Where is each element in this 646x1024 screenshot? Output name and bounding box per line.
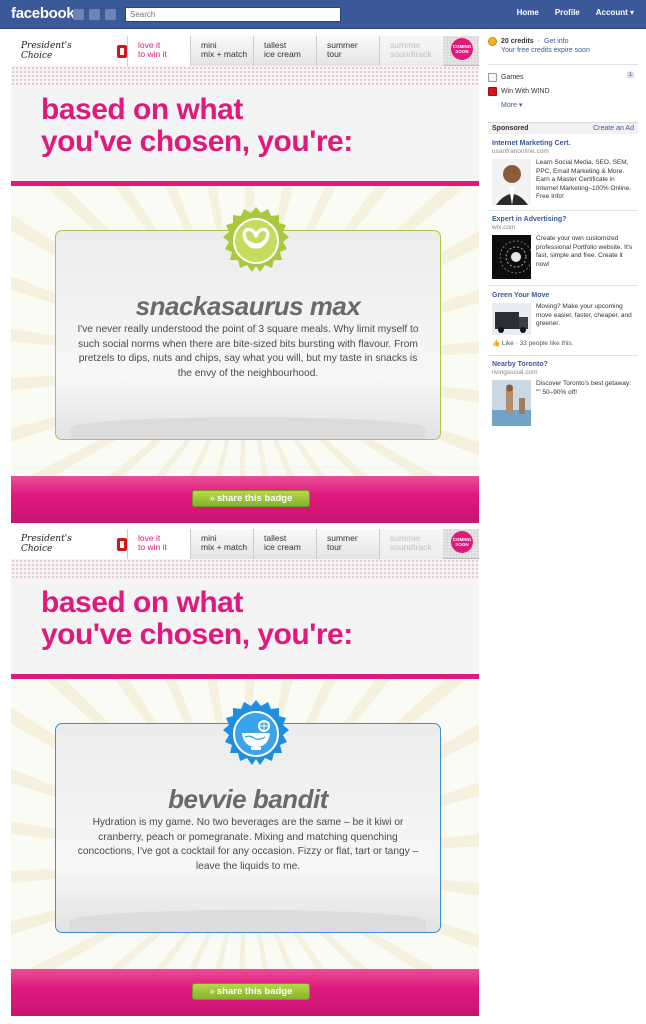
tab-summer-tour[interactable]: summer tour bbox=[317, 529, 380, 559]
friend-requests-icon[interactable] bbox=[73, 9, 84, 20]
ad-image-moving-truck[interactable] bbox=[492, 303, 531, 335]
messages-icon[interactable] bbox=[89, 9, 100, 20]
facebook-top-bar: facebook Search Home Profile Account ▾ bbox=[0, 0, 646, 29]
apps-list: Games 1 Win With WIND More ▾ bbox=[488, 70, 638, 112]
badge-title: snackasaurus max bbox=[135, 291, 361, 321]
ad-image-getaway[interactable] bbox=[492, 380, 531, 426]
quiz-result-panel-2: President's Choice love it to win it mini… bbox=[11, 529, 479, 1016]
ad-item[interactable]: Internet Marketing Cert. usanfranonline.… bbox=[492, 139, 636, 205]
tab-mini-mix-match[interactable]: mini mix + match bbox=[191, 36, 254, 66]
badge-description: I've never really understood the point o… bbox=[77, 324, 419, 379]
ad-body: Discover Toronto's best getaway: "" 50–9… bbox=[536, 380, 632, 396]
punch-bowl-icon bbox=[223, 700, 289, 765]
share-badge-button[interactable]: » share this badge bbox=[192, 490, 310, 507]
divider bbox=[488, 64, 638, 65]
pc-logo-icon bbox=[117, 537, 127, 551]
app-navbar: President's Choice love it to win it mini… bbox=[11, 36, 479, 66]
credits-count: 20 credits bbox=[501, 37, 534, 45]
games-icon bbox=[488, 72, 497, 82]
ad-photo-man[interactable] bbox=[492, 159, 531, 205]
sponsored-header: Sponsored Create an Ad bbox=[488, 122, 638, 134]
badge-title: bevvie bandit bbox=[168, 784, 328, 814]
tab-summer-soundtrack: summer soundtrack bbox=[380, 36, 443, 66]
ad-title[interactable]: Green Your Move bbox=[492, 291, 636, 300]
punch-bowl-badge bbox=[221, 699, 291, 769]
nav-profile[interactable]: Profile bbox=[555, 8, 580, 17]
games-count-badge: 1 bbox=[626, 72, 634, 78]
wind-app-icon bbox=[488, 86, 497, 96]
chevron-right-icon: » bbox=[209, 493, 215, 504]
sponsored-label: Sponsored bbox=[492, 125, 529, 132]
ad-title[interactable]: Expert in Advertising? bbox=[492, 215, 636, 224]
divider bbox=[488, 285, 638, 286]
ad-body: Create your own customized professional … bbox=[536, 235, 633, 268]
presidents-choice-logo[interactable]: President's Choice bbox=[11, 36, 128, 66]
tab-summer-tour[interactable]: summer tour bbox=[317, 36, 380, 66]
coming-soon-badge: COMING SOON bbox=[451, 38, 473, 60]
app-item-games[interactable]: Games 1 bbox=[488, 70, 638, 84]
ad-url: wix.com bbox=[492, 224, 516, 231]
presidents-choice-logo[interactable]: President's Choice bbox=[11, 529, 128, 559]
top-nav: Home Profile Account ▾ bbox=[517, 8, 634, 17]
share-badge-button[interactable]: » share this badge bbox=[192, 983, 310, 1000]
nav-account[interactable]: Account ▾ bbox=[596, 8, 634, 17]
quiz-result-panel-1: President's Choice love it to win it mini… bbox=[11, 36, 479, 523]
ad-like-count[interactable]: 👍 Like · 33 people like this. bbox=[492, 339, 636, 347]
more-link[interactable]: More ▾ bbox=[488, 98, 638, 112]
create-ad-link[interactable]: Create an Ad bbox=[593, 123, 634, 134]
tab-love-it-to-win-it[interactable]: love it to win it bbox=[128, 36, 191, 66]
tab-love-it-to-win-it[interactable]: love it to win it bbox=[128, 529, 191, 559]
credits-box: 20 credits · Get info Your free credits … bbox=[488, 35, 638, 54]
app-item-win-with-wind[interactable]: Win With WIND bbox=[488, 84, 638, 98]
ad-title[interactable]: Nearby Toronto? bbox=[492, 360, 636, 369]
facebook-logo[interactable]: facebook bbox=[11, 5, 75, 22]
app-navbar: President's Choice love it to win it mini… bbox=[11, 529, 479, 559]
tab-mini-mix-match[interactable]: mini mix + match bbox=[191, 529, 254, 559]
tab-tallest-ice-cream[interactable]: tallest ice cream bbox=[254, 36, 317, 66]
ad-item[interactable]: Nearby Toronto? livingsocial.com Discove… bbox=[492, 360, 636, 426]
ad-title[interactable]: Internet Marketing Cert. bbox=[492, 139, 636, 148]
ad-url: livingsocial.com bbox=[492, 369, 538, 376]
ad-url: usanfranonline.com bbox=[492, 148, 549, 155]
pc-logo-icon bbox=[117, 44, 127, 58]
badge-description: Hydration is my game. No two beverages a… bbox=[77, 817, 419, 872]
ad-body: Learn Social Media, SEO, SEM, PPC, Email… bbox=[536, 159, 632, 200]
result-headline: based on what you've chosen, you're: bbox=[41, 93, 353, 158]
result-headline: based on what you've chosen, you're: bbox=[41, 586, 353, 651]
ad-body: Moving? Make your upcoming move easier, … bbox=[536, 303, 632, 327]
pretzel-badge bbox=[221, 206, 291, 276]
credits-coin-icon bbox=[488, 36, 497, 46]
chevron-right-icon: » bbox=[209, 986, 215, 997]
search-input[interactable]: Search bbox=[125, 7, 341, 22]
credits-expire-link[interactable]: Your free credits expire soon bbox=[488, 47, 638, 54]
credits-separator: · bbox=[537, 37, 541, 45]
nav-home[interactable]: Home bbox=[517, 8, 539, 17]
ad-image-tunnel[interactable] bbox=[492, 235, 531, 279]
get-info-link[interactable]: Get info bbox=[544, 38, 569, 45]
coming-soon-badge: COMING SOON bbox=[451, 531, 473, 553]
divider bbox=[488, 210, 638, 211]
pretzel-icon bbox=[223, 207, 289, 272]
divider bbox=[488, 355, 638, 356]
ad-item[interactable]: Expert in Advertising? wix.com Create yo… bbox=[492, 215, 636, 279]
notification-jewels bbox=[73, 9, 116, 20]
notifications-icon[interactable] bbox=[105, 9, 116, 20]
ad-item[interactable]: Green Your Move Moving? Make your upcomi… bbox=[492, 291, 636, 347]
tab-summer-soundtrack: summer soundtrack bbox=[380, 529, 443, 559]
tab-tallest-ice-cream[interactable]: tallest ice cream bbox=[254, 529, 317, 559]
